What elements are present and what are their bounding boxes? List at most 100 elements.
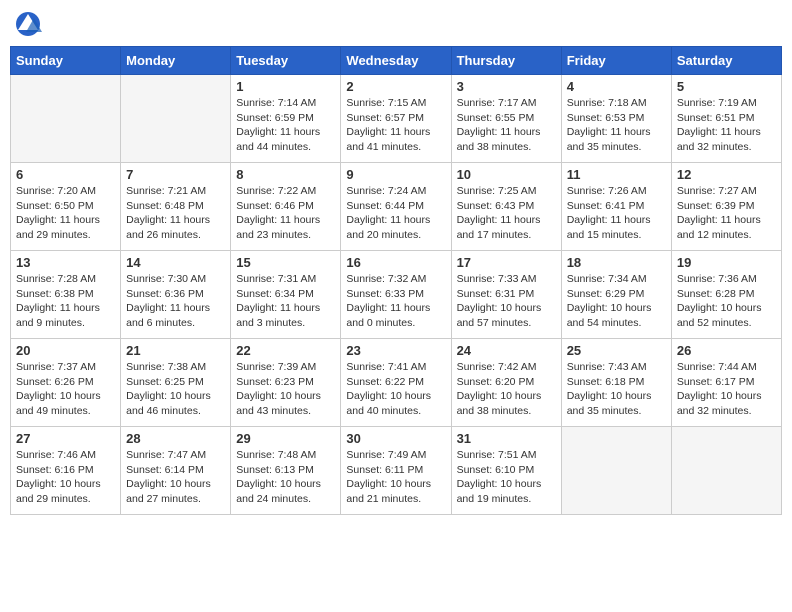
day-info: Sunrise: 7:26 AM Sunset: 6:41 PM Dayligh…: [567, 184, 666, 243]
day-number: 18: [567, 255, 666, 270]
day-number: 25: [567, 343, 666, 358]
day-number: 16: [346, 255, 445, 270]
day-header: Saturday: [671, 47, 781, 75]
day-number: 23: [346, 343, 445, 358]
day-info: Sunrise: 7:17 AM Sunset: 6:55 PM Dayligh…: [457, 96, 556, 155]
day-info: Sunrise: 7:15 AM Sunset: 6:57 PM Dayligh…: [346, 96, 445, 155]
day-info: Sunrise: 7:49 AM Sunset: 6:11 PM Dayligh…: [346, 448, 445, 507]
day-number: 5: [677, 79, 776, 94]
day-number: 22: [236, 343, 335, 358]
day-info: Sunrise: 7:39 AM Sunset: 6:23 PM Dayligh…: [236, 360, 335, 419]
day-info: Sunrise: 7:20 AM Sunset: 6:50 PM Dayligh…: [16, 184, 115, 243]
header-row: SundayMondayTuesdayWednesdayThursdayFrid…: [11, 47, 782, 75]
day-number: 6: [16, 167, 115, 182]
day-info: Sunrise: 7:47 AM Sunset: 6:14 PM Dayligh…: [126, 448, 225, 507]
day-cell: [11, 75, 121, 163]
day-cell: 4 Sunrise: 7:18 AM Sunset: 6:53 PM Daylig…: [561, 75, 671, 163]
day-cell: 19 Sunrise: 7:36 AM Sunset: 6:28 PM Dayli…: [671, 251, 781, 339]
day-number: 2: [346, 79, 445, 94]
page-header: [10, 10, 782, 38]
day-cell: 10 Sunrise: 7:25 AM Sunset: 6:43 PM Dayli…: [451, 163, 561, 251]
day-info: Sunrise: 7:38 AM Sunset: 6:25 PM Dayligh…: [126, 360, 225, 419]
day-cell: 5 Sunrise: 7:19 AM Sunset: 6:51 PM Daylig…: [671, 75, 781, 163]
calendar-table: SundayMondayTuesdayWednesdayThursdayFrid…: [10, 46, 782, 515]
day-number: 4: [567, 79, 666, 94]
day-number: 26: [677, 343, 776, 358]
day-header: Thursday: [451, 47, 561, 75]
day-number: 21: [126, 343, 225, 358]
day-number: 19: [677, 255, 776, 270]
day-info: Sunrise: 7:21 AM Sunset: 6:48 PM Dayligh…: [126, 184, 225, 243]
day-cell: 26Sunrise: 7:44 AM Sunset: 6:17 PM Dayli…: [671, 339, 781, 427]
week-row: 27 Sunrise: 7:46 AM Sunset: 6:16 PM Dayli…: [11, 427, 782, 515]
day-header: Sunday: [11, 47, 121, 75]
day-cell: [561, 427, 671, 515]
day-number: 7: [126, 167, 225, 182]
day-info: Sunrise: 7:32 AM Sunset: 6:33 PM Dayligh…: [346, 272, 445, 331]
day-cell: 9Sunrise: 7:24 AM Sunset: 6:44 PM Daylig…: [341, 163, 451, 251]
day-info: Sunrise: 7:36 AM Sunset: 6:28 PM Dayligh…: [677, 272, 776, 331]
day-number: 27: [16, 431, 115, 446]
day-header: Tuesday: [231, 47, 341, 75]
day-number: 29: [236, 431, 335, 446]
day-info: Sunrise: 7:43 AM Sunset: 6:18 PM Dayligh…: [567, 360, 666, 419]
logo-icon: [14, 10, 42, 38]
day-cell: [121, 75, 231, 163]
day-cell: 31Sunrise: 7:51 AM Sunset: 6:10 PM Dayli…: [451, 427, 561, 515]
day-info: Sunrise: 7:46 AM Sunset: 6:16 PM Dayligh…: [16, 448, 115, 507]
day-cell: 20 Sunrise: 7:37 AM Sunset: 6:26 PM Dayli…: [11, 339, 121, 427]
day-number: 15: [236, 255, 335, 270]
day-cell: 13 Sunrise: 7:28 AM Sunset: 6:38 PM Dayli…: [11, 251, 121, 339]
day-info: Sunrise: 7:33 AM Sunset: 6:31 PM Dayligh…: [457, 272, 556, 331]
day-number: 17: [457, 255, 556, 270]
day-info: Sunrise: 7:30 AM Sunset: 6:36 PM Dayligh…: [126, 272, 225, 331]
day-info: Sunrise: 7:31 AM Sunset: 6:34 PM Dayligh…: [236, 272, 335, 331]
day-number: 28: [126, 431, 225, 446]
day-number: 13: [16, 255, 115, 270]
day-header: Wednesday: [341, 47, 451, 75]
day-cell: 2 Sunrise: 7:15 AM Sunset: 6:57 PM Daylig…: [341, 75, 451, 163]
day-number: 24: [457, 343, 556, 358]
day-cell: 22 Sunrise: 7:39 AM Sunset: 6:23 PM Dayli…: [231, 339, 341, 427]
day-number: 31: [457, 431, 556, 446]
day-cell: 29 Sunrise: 7:48 AM Sunset: 6:13 PM Dayli…: [231, 427, 341, 515]
day-info: Sunrise: 7:19 AM Sunset: 6:51 PM Dayligh…: [677, 96, 776, 155]
week-row: 13 Sunrise: 7:28 AM Sunset: 6:38 PM Dayli…: [11, 251, 782, 339]
day-info: Sunrise: 7:34 AM Sunset: 6:29 PM Dayligh…: [567, 272, 666, 331]
day-cell: 16 Sunrise: 7:32 AM Sunset: 6:33 PM Dayli…: [341, 251, 451, 339]
day-info: Sunrise: 7:41 AM Sunset: 6:22 PM Dayligh…: [346, 360, 445, 419]
day-cell: 24 Sunrise: 7:42 AM Sunset: 6:20 PM Dayli…: [451, 339, 561, 427]
day-cell: 23 Sunrise: 7:41 AM Sunset: 6:22 PM Dayli…: [341, 339, 451, 427]
day-cell: 17 Sunrise: 7:33 AM Sunset: 6:31 PM Dayli…: [451, 251, 561, 339]
day-number: 12: [677, 167, 776, 182]
day-cell: 14Sunrise: 7:30 AM Sunset: 6:36 PM Dayli…: [121, 251, 231, 339]
day-cell: 3 Sunrise: 7:17 AM Sunset: 6:55 PM Daylig…: [451, 75, 561, 163]
day-info: Sunrise: 7:22 AM Sunset: 6:46 PM Dayligh…: [236, 184, 335, 243]
day-number: 3: [457, 79, 556, 94]
day-number: 10: [457, 167, 556, 182]
day-number: 20: [16, 343, 115, 358]
week-row: 1Sunrise: 7:14 AM Sunset: 6:59 PM Daylig…: [11, 75, 782, 163]
logo: [14, 10, 46, 38]
day-info: Sunrise: 7:42 AM Sunset: 6:20 PM Dayligh…: [457, 360, 556, 419]
day-cell: 30Sunrise: 7:49 AM Sunset: 6:11 PM Dayli…: [341, 427, 451, 515]
day-number: 8: [236, 167, 335, 182]
day-cell: 1Sunrise: 7:14 AM Sunset: 6:59 PM Daylig…: [231, 75, 341, 163]
day-cell: 21 Sunrise: 7:38 AM Sunset: 6:25 PM Dayli…: [121, 339, 231, 427]
day-cell: 6 Sunrise: 7:20 AM Sunset: 6:50 PM Daylig…: [11, 163, 121, 251]
day-info: Sunrise: 7:14 AM Sunset: 6:59 PM Dayligh…: [236, 96, 335, 155]
day-cell: [671, 427, 781, 515]
day-header: Friday: [561, 47, 671, 75]
day-info: Sunrise: 7:37 AM Sunset: 6:26 PM Dayligh…: [16, 360, 115, 419]
week-row: 20 Sunrise: 7:37 AM Sunset: 6:26 PM Dayli…: [11, 339, 782, 427]
day-info: Sunrise: 7:18 AM Sunset: 6:53 PM Dayligh…: [567, 96, 666, 155]
day-cell: 7 Sunrise: 7:21 AM Sunset: 6:48 PM Daylig…: [121, 163, 231, 251]
day-cell: 8 Sunrise: 7:22 AM Sunset: 6:46 PM Daylig…: [231, 163, 341, 251]
day-info: Sunrise: 7:25 AM Sunset: 6:43 PM Dayligh…: [457, 184, 556, 243]
day-cell: 27 Sunrise: 7:46 AM Sunset: 6:16 PM Dayli…: [11, 427, 121, 515]
day-header: Monday: [121, 47, 231, 75]
day-cell: 25 Sunrise: 7:43 AM Sunset: 6:18 PM Dayli…: [561, 339, 671, 427]
day-info: Sunrise: 7:28 AM Sunset: 6:38 PM Dayligh…: [16, 272, 115, 331]
day-info: Sunrise: 7:48 AM Sunset: 6:13 PM Dayligh…: [236, 448, 335, 507]
day-cell: 12Sunrise: 7:27 AM Sunset: 6:39 PM Dayli…: [671, 163, 781, 251]
